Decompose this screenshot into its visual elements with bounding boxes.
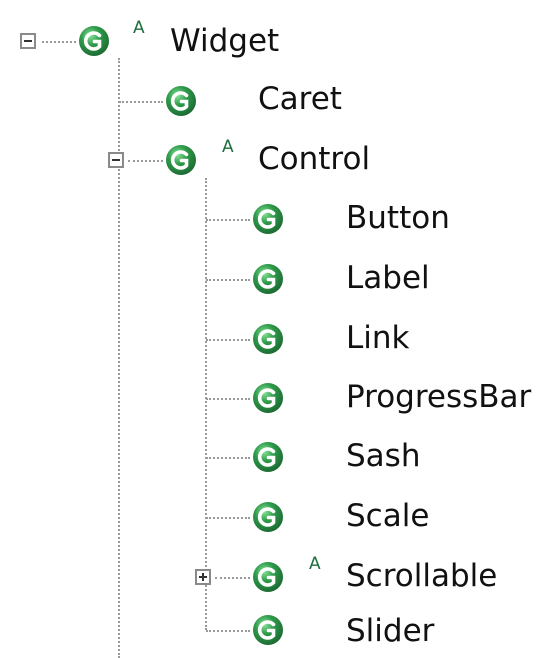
tree-item-label: Scrollable — [346, 558, 498, 594]
tree-item-label: Slider — [346, 613, 435, 649]
tree-item-label: Widget — [170, 23, 280, 59]
class-hierarchy-tree: A Widget Caret A Control Button Label Li… — [0, 0, 554, 658]
tree-item-label: Scale — [346, 498, 430, 534]
class-icon — [166, 145, 196, 175]
tree-connector — [128, 160, 163, 162]
tree-item-label: ProgressBar — [346, 379, 532, 415]
class-icon — [253, 383, 283, 413]
collapse-toggle[interactable] — [108, 152, 124, 168]
class-icon — [253, 204, 283, 234]
minus-icon — [24, 40, 32, 42]
tree-connector — [119, 101, 163, 103]
class-icon — [253, 615, 283, 645]
minus-icon — [112, 159, 120, 161]
class-icon — [253, 264, 283, 294]
tree-connector — [206, 279, 250, 281]
tree-connector — [206, 630, 250, 632]
abstract-badge: A — [133, 18, 145, 38]
abstract-badge: A — [222, 137, 234, 157]
tree-item-label: Label — [346, 260, 430, 296]
class-icon — [253, 442, 283, 472]
tree-connector — [206, 219, 250, 221]
tree-connector — [215, 577, 250, 579]
tree-connector — [118, 58, 120, 658]
class-icon — [253, 502, 283, 532]
tree-connector — [206, 517, 250, 519]
tree-connector — [206, 398, 250, 400]
collapse-toggle[interactable] — [20, 33, 36, 49]
plus-icon — [199, 573, 207, 581]
tree-item-label: Caret — [258, 81, 342, 117]
tree-item-label: Control — [258, 141, 371, 177]
abstract-badge: A — [309, 554, 321, 574]
class-icon — [79, 26, 109, 56]
tree-connector — [206, 457, 250, 459]
class-icon — [166, 86, 196, 116]
class-icon — [253, 562, 283, 592]
tree-connector — [42, 41, 76, 43]
tree-connector — [205, 178, 207, 630]
tree-connector — [206, 339, 250, 341]
tree-item-label: Link — [346, 320, 410, 356]
expand-toggle[interactable] — [195, 569, 211, 585]
tree-item-label: Sash — [346, 438, 421, 474]
class-icon — [253, 324, 283, 354]
tree-item-label: Button — [346, 200, 450, 236]
